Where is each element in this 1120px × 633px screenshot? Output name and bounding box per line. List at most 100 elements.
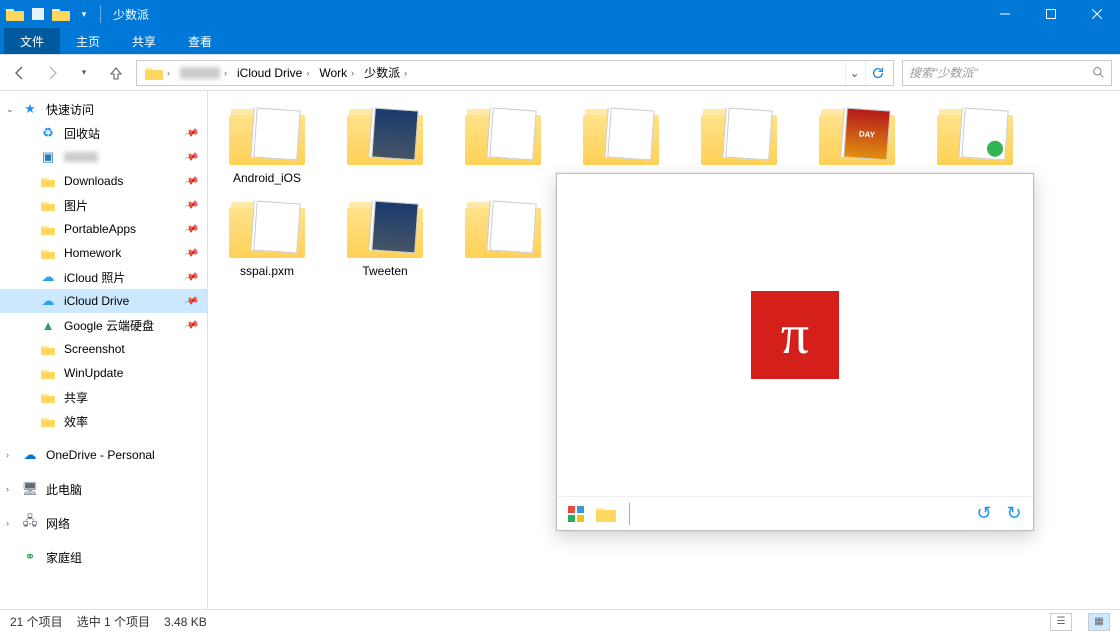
breadcrumb-seg-4[interactable]: 少数派› (360, 61, 411, 85)
preview-toolbar: ↺ ↻ (557, 496, 1033, 530)
breadcrumb-seg-3[interactable]: Work› (315, 61, 358, 85)
quick-access-toolbar: ▾ (0, 3, 105, 25)
sidebar-item-2[interactable]: Downloads📌 (0, 169, 207, 193)
minimize-button[interactable] (982, 0, 1028, 28)
folder-icon (40, 413, 56, 429)
qat-item-icon[interactable] (27, 3, 49, 25)
file-item-9[interactable] (450, 192, 556, 328)
folder-thumb (461, 103, 545, 167)
rotate-ccw-button[interactable]: ↺ (973, 503, 995, 525)
preview-app-icon[interactable] (565, 503, 587, 525)
sidebar-item-label: WinUpdate (64, 366, 123, 380)
breadcrumb[interactable]: › › iCloud Drive› Work› 少数派› ⌄ (136, 60, 894, 86)
address-bar: ▾ › › iCloud Drive› Work› 少数派› ⌄ 搜索"少数派" (0, 55, 1120, 91)
pin-icon: 📌 (183, 125, 199, 141)
tab-home[interactable]: 主页 (60, 28, 116, 54)
pc-icon: 🖥 (22, 481, 38, 497)
sidebar-item-label: iCloud 照片 (64, 269, 125, 286)
file-item-2[interactable] (450, 99, 556, 190)
nav-homegroup[interactable]: ⚭ 家庭组 (0, 545, 207, 569)
navigation-pane[interactable]: ⌄ ★ 快速访问 ♻ 回收站 📌 ▣📌Downloads📌 图片 📌 PortableApp… (0, 91, 208, 609)
sidebar-item-6[interactable]: ☁iCloud 照片📌 (0, 265, 207, 289)
preview-folder-icon[interactable] (595, 503, 617, 525)
status-count: 21 个项目 (10, 613, 63, 630)
sidebar-item-label: Screenshot (64, 342, 125, 356)
search-input[interactable]: 搜索"少数派" (902, 60, 1112, 86)
status-bar: 21 个项目 选中 1 个项目 3.48 KB ☰ ▦ (0, 609, 1120, 633)
nav-onedrive[interactable]: › ☁ OneDrive - Personal (0, 443, 207, 467)
file-item-0[interactable]: Android_iOS (214, 99, 320, 190)
network-icon: 🖧 (22, 515, 38, 531)
tab-share[interactable]: 共享 (116, 28, 172, 54)
pin-icon: 📌 (183, 197, 199, 213)
file-item-8[interactable]: Tweeten (332, 192, 438, 328)
qat-overflow-icon[interactable]: ▾ (73, 3, 95, 25)
cloud-icon: ☁ (40, 269, 56, 285)
sidebar-item-label: 回收站 (64, 125, 100, 142)
folder-icon (40, 173, 56, 189)
preview-path-input[interactable] (629, 503, 965, 525)
recent-dropdown[interactable]: ▾ (72, 61, 96, 85)
folder-thumb: DAY (815, 103, 899, 167)
close-button[interactable] (1074, 0, 1120, 28)
sidebar-item-label: 图片 (64, 197, 88, 214)
nav-this-pc[interactable]: › 🖥 此电脑 (0, 477, 207, 501)
sidebar-item-3[interactable]: 图片 📌 (0, 193, 207, 217)
search-icon (1092, 66, 1105, 79)
sidebar-item-label: Google 云端硬盘 (64, 317, 154, 334)
sidebar-item-4[interactable]: PortableApps📌 (0, 217, 207, 241)
file-item-1[interactable] (332, 99, 438, 190)
qat-folder2-icon[interactable] (50, 3, 72, 25)
star-icon: ★ (22, 101, 38, 117)
recycle-icon: ♻ (40, 125, 56, 141)
back-button[interactable] (8, 61, 32, 85)
sidebar-item-10[interactable]: WinUpdate (0, 361, 207, 385)
folder-thumb (933, 103, 1017, 167)
ribbon-tabs: 文件 主页 共享 查看 (0, 28, 1120, 54)
forward-button[interactable] (40, 61, 64, 85)
sidebar-item-9[interactable]: Screenshot (0, 337, 207, 361)
folder-thumb (225, 103, 309, 167)
sidebar-item-11[interactable]: 共享 (0, 385, 207, 409)
folder-thumb (225, 196, 309, 260)
sidebar-item-5[interactable]: Homework📌 (0, 241, 207, 265)
folder-icon (40, 197, 56, 213)
up-button[interactable] (104, 61, 128, 85)
folder-thumb (343, 196, 427, 260)
sidebar-item-8[interactable]: ▲Google 云端硬盘📌 (0, 313, 207, 337)
breadcrumb-root[interactable]: › (141, 61, 174, 85)
view-details-button[interactable]: ☰ (1050, 613, 1072, 631)
sidebar-item-12[interactable]: 效率 (0, 409, 207, 433)
nav-quick-access[interactable]: ⌄ ★ 快速访问 (0, 97, 207, 121)
main-area: ⌄ ★ 快速访问 ♻ 回收站 📌 ▣📌Downloads📌 图片 📌 PortableApp… (0, 91, 1120, 609)
tab-view[interactable]: 查看 (172, 28, 228, 54)
file-item-label: sspai.pxm (240, 264, 294, 279)
folder-icon (40, 389, 56, 405)
address-history-dropdown[interactable]: ⌄ (845, 61, 863, 85)
pin-icon: 📌 (183, 173, 199, 189)
breadcrumb-seg-2[interactable]: iCloud Drive› (233, 61, 313, 85)
file-item-7[interactable]: sspai.pxm (214, 192, 320, 328)
pin-icon: 📌 (183, 293, 199, 309)
window-controls (982, 0, 1120, 28)
sidebar-item-label: 共享 (64, 389, 88, 406)
breadcrumb-seg-1[interactable]: › (176, 61, 231, 85)
folder-icon (40, 341, 56, 357)
rotate-cw-button[interactable]: ↻ (1003, 503, 1025, 525)
sidebar-item-7[interactable]: ☁iCloud Drive📌 (0, 289, 207, 313)
preview-canvas: π (557, 174, 1033, 496)
folder-icon (40, 365, 56, 381)
search-placeholder: 搜索"少数派" (909, 64, 978, 81)
preview-overlay: π ↺ ↻ (556, 173, 1034, 531)
sidebar-item-0[interactable]: ♻ 回收站 📌 (0, 121, 207, 145)
sidebar-item-1[interactable]: ▣📌 (0, 145, 207, 169)
tab-file[interactable]: 文件 (4, 28, 60, 54)
maximize-button[interactable] (1028, 0, 1074, 28)
file-list[interactable]: Android_iOSDAYp DayLoopbacksspai.pxmTwee… (208, 91, 1120, 609)
view-icons-button[interactable]: ▦ (1088, 613, 1110, 631)
folder-thumb (343, 103, 427, 167)
refresh-button[interactable] (865, 61, 889, 85)
nav-network[interactable]: › 🖧 网络 (0, 511, 207, 535)
qat-folder-icon[interactable] (4, 3, 26, 25)
folder-thumb (461, 196, 545, 260)
